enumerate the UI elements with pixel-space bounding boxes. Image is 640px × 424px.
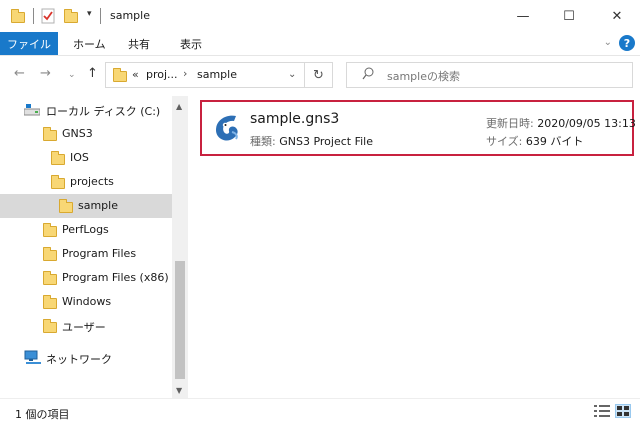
- breadcrumb-chevron-icon[interactable]: ›: [183, 67, 187, 80]
- status-bar: 1 個の項目: [0, 398, 640, 424]
- sidebar-item-label: ローカル ディスク (C:): [46, 105, 161, 118]
- recent-locations-icon[interactable]: ⌄: [68, 70, 76, 80]
- tab-file[interactable]: ファイル: [0, 32, 58, 55]
- folder-icon: [51, 151, 65, 165]
- sidebar-item-projects[interactable]: projects: [0, 170, 172, 194]
- sidebar-item-local-disk[interactable]: ローカル ディスク (C:): [0, 98, 172, 122]
- folder-icon: [43, 295, 57, 309]
- sidebar-item-label: ネットワーク: [46, 353, 112, 366]
- details-view-icon[interactable]: [594, 404, 610, 418]
- sidebar-item-label: IOS: [70, 151, 89, 164]
- file-item[interactable]: sample.gns3 種類: GNS3 Project File 更新日時: …: [200, 100, 636, 156]
- quick-access-dropdown-icon[interactable]: ▾: [87, 9, 92, 19]
- gns3-file-icon: [212, 112, 244, 144]
- file-type-label: 種類:: [250, 135, 276, 148]
- minimize-button[interactable]: —: [500, 0, 546, 32]
- folder-icon: [43, 247, 57, 261]
- sidebar-scrollbar[interactable]: ▲ ▼: [172, 96, 188, 398]
- breadcrumb-projects[interactable]: proj...: [146, 68, 178, 81]
- file-name: sample.gns3: [250, 111, 340, 127]
- up-arrow-icon[interactable]: ↑: [87, 66, 98, 81]
- sidebar-item-perflogs[interactable]: PerfLogs: [0, 218, 172, 242]
- sidebar-item-label: Program Files: [62, 247, 137, 260]
- folder-icon: [59, 199, 73, 213]
- folder-icon: [43, 127, 57, 141]
- file-modified-label: 更新日時:: [486, 117, 534, 130]
- file-size-label: サイズ:: [486, 135, 523, 148]
- file-type: 種類: GNS3 Project File: [250, 133, 373, 149]
- tab-view[interactable]: 表示: [180, 36, 202, 52]
- item-count: 1 個の項目: [15, 408, 70, 421]
- search-icon: [362, 67, 374, 81]
- sidebar-item-network[interactable]: ネットワーク: [0, 346, 172, 370]
- search-box[interactable]: sampleの検索: [346, 62, 633, 88]
- folder-icon: [43, 271, 57, 285]
- tab-home[interactable]: ホーム: [73, 36, 106, 52]
- sidebar-item-program-files[interactable]: Program Files: [0, 242, 172, 266]
- sidebar-item-label: sample: [78, 199, 118, 212]
- folder-icon: [51, 175, 65, 189]
- file-size: サイズ: 639 バイト: [486, 133, 583, 149]
- sidebar-item-label: Program Files (x86): [62, 271, 169, 284]
- folder-icon: [11, 9, 25, 23]
- forward-arrow-icon[interactable]: →: [40, 66, 51, 81]
- scroll-up-icon[interactable]: ▲: [176, 102, 182, 111]
- tab-share[interactable]: 共有: [128, 36, 150, 52]
- ribbon-tabs: ファイル ホーム 共有 表示 ⌄ ?: [0, 32, 640, 56]
- search-input[interactable]: sampleの検索: [387, 68, 460, 84]
- file-modified: 更新日時: 2020/09/05 13:13: [486, 115, 636, 131]
- sidebar-item-windows[interactable]: Windows: [0, 290, 172, 314]
- drive-icon: [23, 104, 41, 116]
- sidebar-item-label: GNS3: [62, 127, 93, 140]
- file-type-value: GNS3 Project File: [279, 135, 373, 148]
- folder-icon: [43, 319, 57, 333]
- file-size-value: 639 バイト: [525, 135, 584, 148]
- toolbar-separator: [33, 8, 34, 24]
- file-modified-value: 2020/09/05 13:13: [537, 117, 636, 130]
- title-bar: ▾ sample — ☐ ✕: [0, 0, 640, 32]
- back-arrow-icon[interactable]: ←: [14, 66, 25, 81]
- help-button[interactable]: ?: [619, 35, 635, 51]
- address-bar[interactable]: « proj... › sample ⌄: [105, 62, 305, 88]
- properties-icon[interactable]: [41, 8, 55, 24]
- network-icon: [24, 350, 42, 366]
- address-dropdown-icon[interactable]: ⌄: [288, 69, 296, 80]
- sidebar-item-label: Windows: [62, 295, 112, 308]
- refresh-icon: ↻: [313, 67, 324, 83]
- sidebar-item-label: ユーザー: [62, 321, 106, 334]
- sidebar-item-gns3[interactable]: GNS3: [0, 122, 172, 146]
- window-title: sample: [110, 9, 150, 22]
- ribbon-expand-icon[interactable]: ⌄: [604, 37, 612, 48]
- navigation-pane: ローカル ディスク (C:) GNS3 IOS projects sample …: [0, 96, 188, 398]
- new-folder-icon[interactable]: [64, 9, 78, 23]
- sidebar-item-sample[interactable]: sample: [0, 194, 172, 218]
- scrollbar-thumb[interactable]: [175, 261, 185, 379]
- breadcrumb-sample[interactable]: sample: [197, 68, 237, 81]
- sidebar-item-program-files-x86[interactable]: Program Files (x86): [0, 266, 172, 290]
- folder-icon: [43, 223, 57, 237]
- close-button[interactable]: ✕: [594, 0, 640, 32]
- breadcrumb-overflow[interactable]: «: [132, 68, 139, 81]
- sidebar-item-label: projects: [70, 175, 114, 188]
- scroll-down-icon[interactable]: ▼: [176, 386, 182, 395]
- tiles-view-icon[interactable]: [615, 404, 631, 418]
- sidebar-item-users[interactable]: ユーザー: [0, 314, 172, 338]
- refresh-button[interactable]: ↻: [305, 62, 333, 88]
- maximize-button[interactable]: ☐: [546, 0, 592, 32]
- folder-icon: [113, 68, 127, 82]
- sidebar-item-label: PerfLogs: [62, 223, 109, 236]
- toolbar-separator: [100, 8, 101, 24]
- sidebar-item-ios[interactable]: IOS: [0, 146, 172, 170]
